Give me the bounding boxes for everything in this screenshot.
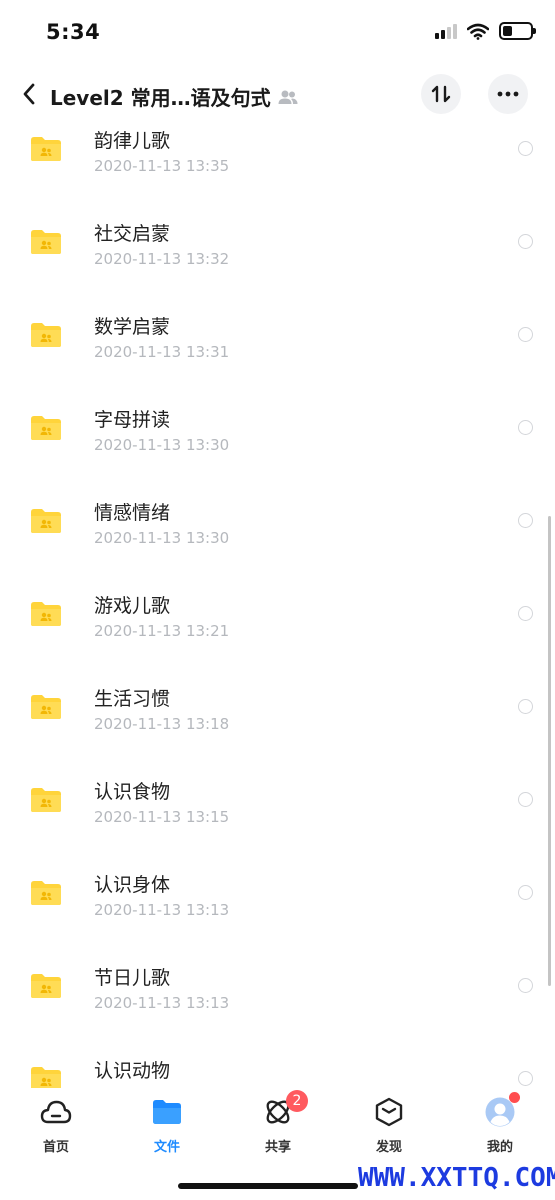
file-row[interactable]: 情感情绪 2020-11-13 13:30 [0, 492, 555, 585]
file-name: 社交启蒙 [94, 223, 171, 245]
shared-folder-icon [31, 1067, 61, 1088]
wifi-icon [467, 23, 489, 40]
shared-folder-icon [31, 881, 61, 905]
shared-folder-icon [31, 974, 61, 998]
file-date: 2020-11-13 13:35 [94, 157, 230, 175]
shared-folder-icon [31, 695, 61, 719]
chevron-left-icon [23, 83, 35, 105]
file-date: 2020-11-13 13:15 [94, 808, 230, 826]
shared-folder-icon [31, 602, 61, 626]
file-name: 生活习惯 [94, 688, 171, 710]
back-button[interactable] [22, 80, 46, 108]
file-list[interactable]: 韵律儿歌 2020-11-13 13:35 社交启蒙 2020-11-13 13… [0, 120, 555, 1088]
file-row[interactable]: 数学启蒙 2020-11-13 13:31 [0, 306, 555, 399]
file-row[interactable]: 认识食物 2020-11-13 13:15 [0, 771, 555, 864]
file-date: 2020-11-13 13:31 [94, 343, 230, 361]
select-checkbox[interactable] [518, 420, 533, 435]
tab-files[interactable]: 文件 [127, 1096, 207, 1156]
tab-discover[interactable]: 发现 [349, 1096, 429, 1156]
file-name: 韵律儿歌 [94, 130, 171, 152]
file-name: 认识动物 [94, 1060, 171, 1082]
tab-label: 发现 [375, 1140, 402, 1155]
file-date: 2020-11-13 13:30 [94, 529, 230, 547]
select-checkbox[interactable] [518, 1071, 533, 1086]
tab-label: 首页 [42, 1140, 69, 1155]
shared-folder-icon [31, 416, 61, 440]
more-button[interactable] [488, 74, 528, 114]
status-bar: 5:34 [0, 0, 555, 66]
shared-folder-icon [31, 788, 61, 812]
file-date: 2020-11-13 13:21 [94, 622, 230, 640]
folder-icon [151, 1096, 183, 1128]
file-row[interactable]: 生活习惯 2020-11-13 13:18 [0, 678, 555, 771]
notification-dot [509, 1092, 520, 1103]
status-icons [435, 22, 536, 40]
file-date: 2020-11-13 13:32 [94, 250, 230, 268]
watermark-text: WWW.XXTTQ.COM [358, 1163, 555, 1193]
select-checkbox[interactable] [518, 234, 533, 249]
title-group: Level2 常用…语及句式 [50, 82, 299, 111]
shared-folder-icon [31, 137, 61, 161]
shared-users-icon [278, 90, 298, 104]
tab-share[interactable]: 2 共享 [238, 1090, 318, 1156]
tab-me[interactable]: 我的 [460, 1092, 540, 1156]
status-time: 5:34 [46, 20, 101, 44]
file-name: 认识身体 [94, 874, 171, 896]
scrollbar[interactable] [548, 516, 551, 986]
page-title: Level2 常用…语及句式 [50, 86, 271, 110]
file-date: 2020-11-13 13:18 [94, 715, 230, 733]
select-checkbox[interactable] [518, 327, 533, 342]
file-date: 2020-11-13 13:30 [94, 436, 230, 454]
select-checkbox[interactable] [518, 792, 533, 807]
file-row[interactable]: 游戏儿歌 2020-11-13 13:21 [0, 585, 555, 678]
tab-label: 共享 [264, 1140, 291, 1155]
file-row[interactable]: 认识动物 2020-11-13 13:09 [0, 1050, 555, 1088]
shared-folder-icon [31, 323, 61, 347]
file-row[interactable]: 社交启蒙 2020-11-13 13:32 [0, 213, 555, 306]
file-name: 情感情绪 [94, 502, 171, 524]
file-name: 认识食物 [94, 781, 171, 803]
cellular-signal-icon [435, 23, 457, 39]
nav-header: Level2 常用…语及句式 [0, 66, 555, 124]
file-date: 2020-11-13 13:13 [94, 901, 230, 919]
select-checkbox[interactable] [518, 141, 533, 156]
cloud-icon [40, 1096, 72, 1128]
sort-button[interactable] [421, 74, 461, 114]
cube-icon [373, 1096, 405, 1128]
select-checkbox[interactable] [518, 885, 533, 900]
file-row[interactable]: 认识身体 2020-11-13 13:13 [0, 864, 555, 957]
avatar-icon [484, 1092, 520, 1128]
file-name: 游戏儿歌 [94, 595, 171, 617]
more-dots-icon [497, 91, 519, 97]
tab-label: 文件 [153, 1140, 180, 1155]
select-checkbox[interactable] [518, 699, 533, 714]
file-name: 数学启蒙 [94, 316, 171, 338]
file-name: 字母拼读 [94, 409, 171, 431]
home-indicator [178, 1183, 358, 1189]
tab-label: 我的 [486, 1140, 513, 1155]
orbit-icon: 2 [262, 1090, 308, 1128]
shared-folder-icon [31, 230, 61, 254]
file-date: 2020-11-13 13:13 [94, 994, 230, 1012]
shared-folder-icon [31, 509, 61, 533]
share-badge: 2 [286, 1090, 308, 1112]
select-checkbox[interactable] [518, 978, 533, 993]
file-row[interactable]: 节日儿歌 2020-11-13 13:13 [0, 957, 555, 1050]
tab-home[interactable]: 首页 [16, 1096, 96, 1156]
battery-icon [499, 22, 536, 40]
select-checkbox[interactable] [518, 513, 533, 528]
sort-arrows-icon [431, 85, 451, 103]
file-name: 节日儿歌 [94, 967, 171, 989]
select-checkbox[interactable] [518, 606, 533, 621]
file-row[interactable]: 韵律儿歌 2020-11-13 13:35 [0, 120, 555, 213]
file-row[interactable]: 字母拼读 2020-11-13 13:30 [0, 399, 555, 492]
